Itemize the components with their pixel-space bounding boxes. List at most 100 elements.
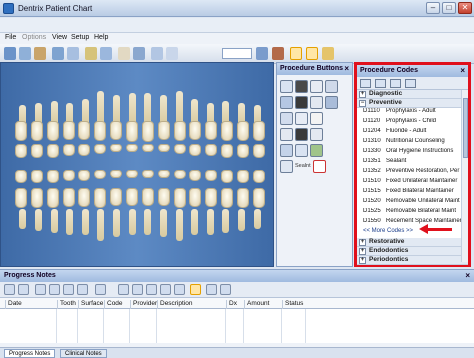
procedure-codes-toggle[interactable] xyxy=(306,47,318,60)
tooth[interactable] xyxy=(157,121,170,140)
maximize-button[interactable]: □ xyxy=(442,2,456,14)
family-icon[interactable] xyxy=(34,47,46,60)
view-icon[interactable] xyxy=(174,284,185,295)
col-provider[interactable]: Provider xyxy=(130,300,157,309)
view-icon[interactable] xyxy=(160,284,171,295)
perio-button[interactable] xyxy=(310,144,323,157)
tooth[interactable] xyxy=(46,188,59,208)
tooth[interactable] xyxy=(15,121,27,141)
code-row[interactable]: D1204 Fluoride - Adult xyxy=(357,128,468,138)
veneer-button[interactable] xyxy=(295,96,308,109)
partial-button[interactable] xyxy=(295,128,308,141)
inlay-button[interactable] xyxy=(325,80,338,93)
crown-button[interactable] xyxy=(310,80,323,93)
col-description[interactable]: Description xyxy=(157,300,193,309)
post-button[interactable] xyxy=(325,96,338,109)
alert-icon[interactable] xyxy=(272,47,284,60)
tooth-occlusal[interactable] xyxy=(30,170,43,183)
tooth[interactable] xyxy=(62,121,75,140)
tooth-occlusal[interactable] xyxy=(141,170,154,178)
tooth[interactable] xyxy=(30,188,43,208)
col-status[interactable]: Status xyxy=(282,300,303,309)
tooth[interactable] xyxy=(78,188,91,207)
tooth-occlusal[interactable] xyxy=(237,170,250,183)
procedure-codes-close[interactable]: × xyxy=(460,66,465,75)
col-amount[interactable]: Amount xyxy=(244,300,269,309)
pontic-button[interactable] xyxy=(310,128,323,141)
code-row[interactable]: D1330 Oral Hygiene Instructions xyxy=(357,148,468,158)
camera-icon[interactable] xyxy=(151,47,163,60)
view-icon[interactable] xyxy=(220,284,231,295)
expand-icon[interactable]: + xyxy=(359,257,366,264)
tooth[interactable] xyxy=(126,188,139,206)
tooth-occlusal[interactable] xyxy=(78,144,91,156)
denture-button[interactable] xyxy=(280,128,293,141)
tooth-occlusal[interactable] xyxy=(189,144,202,156)
tooth[interactable] xyxy=(173,188,186,208)
quick-exam-icon[interactable] xyxy=(322,47,334,60)
ledger-icon[interactable] xyxy=(52,47,64,60)
tooth[interactable] xyxy=(205,188,218,207)
view-icon[interactable] xyxy=(206,284,217,295)
tooth-occlusal[interactable] xyxy=(189,170,202,181)
scrollbar-thumb[interactable] xyxy=(463,98,468,158)
tooth-occlusal[interactable] xyxy=(110,170,123,178)
perio-icon[interactable] xyxy=(100,47,112,60)
tooth[interactable] xyxy=(94,121,107,141)
col-surface[interactable]: Surface xyxy=(78,300,103,309)
tooth-occlusal[interactable] xyxy=(237,144,250,158)
minimize-button[interactable]: – xyxy=(426,2,440,14)
ortho-button[interactable] xyxy=(295,144,308,157)
tooth-occlusal[interactable] xyxy=(221,144,234,158)
tooth[interactable] xyxy=(205,121,218,140)
col-date[interactable]: Date xyxy=(5,300,22,309)
category-periodontics[interactable]: + Periodontics xyxy=(357,256,468,265)
menu-help[interactable]: Help xyxy=(94,34,108,41)
tooth[interactable] xyxy=(110,188,123,206)
tooth[interactable] xyxy=(157,188,170,206)
expand-icon[interactable]: + xyxy=(359,248,366,255)
refresh-icon[interactable] xyxy=(95,284,106,295)
category-preventive[interactable]: − Preventive xyxy=(357,99,468,108)
tooth-occlusal[interactable] xyxy=(126,170,139,178)
missing-tooth-button[interactable] xyxy=(313,160,326,173)
tooth[interactable] xyxy=(237,188,250,208)
prescription-icon[interactable] xyxy=(67,47,79,60)
note-icon[interactable] xyxy=(256,47,268,60)
bleach-button[interactable] xyxy=(280,144,293,157)
col-tooth[interactable]: Tooth xyxy=(57,300,76,309)
view-icon[interactable] xyxy=(146,284,157,295)
code-row[interactable]: D1510 Fixed Unilateral Maintainer xyxy=(357,178,468,188)
tooth[interactable] xyxy=(173,121,186,141)
filter-icon[interactable] xyxy=(77,284,88,295)
tooth-occlusal[interactable] xyxy=(15,170,27,183)
print-icon[interactable] xyxy=(63,284,74,295)
code-row[interactable]: D1515 Fixed Bilateral Maintainer xyxy=(357,188,468,198)
procedure-buttons-close[interactable]: × xyxy=(344,64,349,73)
procedure-buttons-toggle[interactable] xyxy=(290,47,302,60)
document-icon[interactable] xyxy=(166,47,178,60)
tooth-occlusal[interactable] xyxy=(173,170,186,179)
sealant-icon-button[interactable] xyxy=(280,160,293,173)
menu-file[interactable]: File xyxy=(5,34,16,41)
tooth-occlusal[interactable] xyxy=(252,170,265,183)
tooth-occlusal[interactable] xyxy=(205,144,218,156)
close-button[interactable]: ✕ xyxy=(458,2,472,14)
grid-view-icon[interactable] xyxy=(375,79,386,88)
appointment-icon[interactable] xyxy=(85,47,97,60)
onlay-button[interactable] xyxy=(310,96,323,109)
tooth-occlusal[interactable] xyxy=(157,170,170,178)
menu-setup[interactable]: Setup xyxy=(71,34,89,41)
tooth[interactable] xyxy=(46,121,59,141)
expand-icon[interactable]: + xyxy=(359,91,366,98)
procedure-codes-scrollbar[interactable] xyxy=(461,90,468,262)
dental-chart[interactable] xyxy=(0,62,274,267)
tooth[interactable] xyxy=(126,121,139,142)
col-code[interactable]: Code xyxy=(104,300,123,309)
edit-icon[interactable] xyxy=(18,284,29,295)
tooth[interactable] xyxy=(252,188,265,208)
root-canal-button[interactable] xyxy=(280,112,293,125)
tooth-occlusal[interactable] xyxy=(15,144,27,158)
amalgam-button[interactable] xyxy=(295,80,308,93)
tooth[interactable] xyxy=(110,121,123,140)
